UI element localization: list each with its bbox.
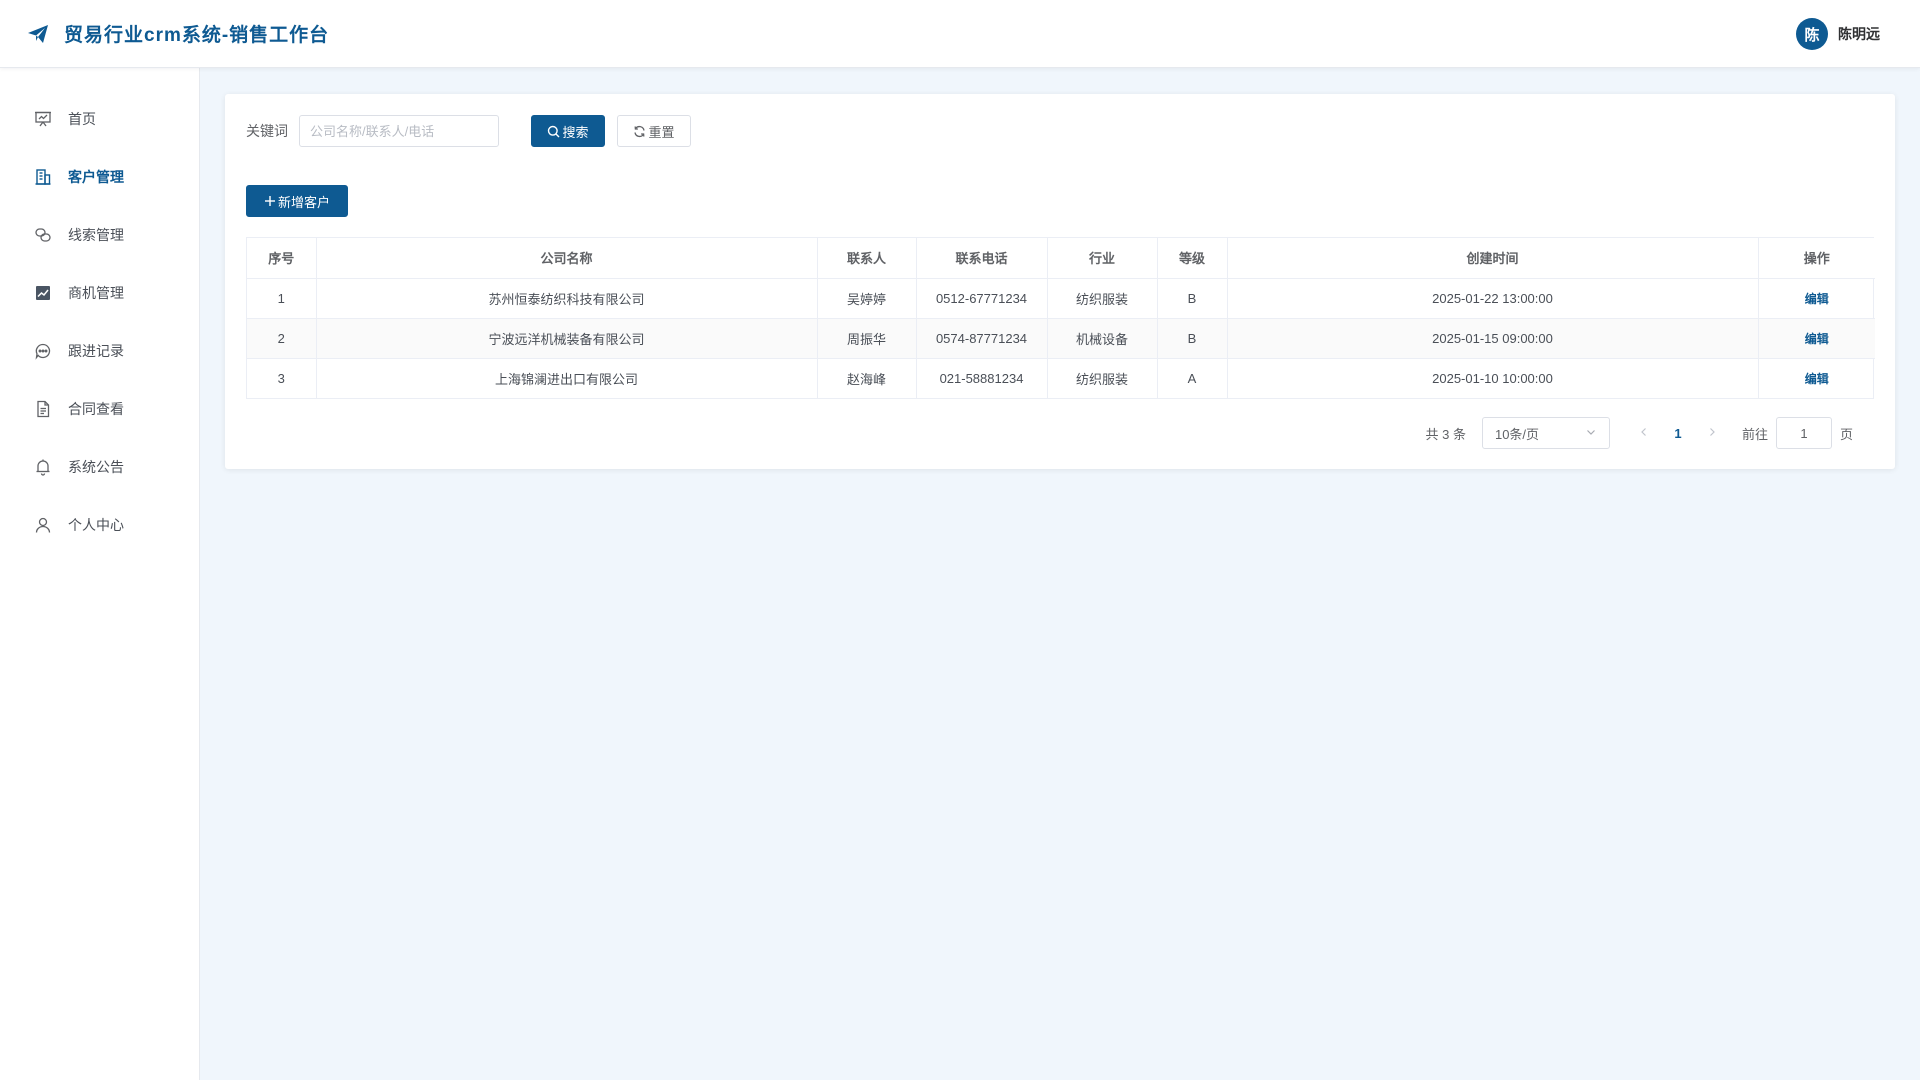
table-row: 1 苏州恒泰纺织科技有限公司 吴婷婷 0512-67771234 纺织服装 B … (247, 278, 1875, 319)
chevron-left-icon (1638, 426, 1650, 441)
presentation-icon (34, 110, 52, 128)
prev-page-button[interactable] (1634, 417, 1654, 449)
sidebar-item-label: 个人中心 (68, 517, 124, 533)
cell-contact: 吴婷婷 (817, 278, 917, 319)
sidebar-item-profile[interactable]: 个人中心 (0, 496, 199, 554)
sidebar-item-contracts[interactable]: 合同查看 (0, 380, 199, 438)
search-form: 关键词 搜索 重置 (246, 115, 691, 147)
user-name[interactable]: 陈明远 (1838, 24, 1880, 44)
link-icon (34, 226, 52, 244)
sidebar-item-opportunities[interactable]: 商机管理 (0, 264, 199, 322)
cell-phone: 021-58881234 (916, 358, 1048, 398)
building-icon (34, 168, 52, 186)
sidebar-item-label: 合同查看 (68, 401, 124, 417)
sidebar-item-label: 首页 (68, 111, 96, 127)
cell-contact: 赵海峰 (817, 358, 917, 398)
cell-created: 2025-01-10 10:00:00 (1227, 358, 1759, 398)
column-header-industry: 行业 (1047, 238, 1158, 279)
page-number-current[interactable]: 1 (1666, 426, 1690, 441)
document-icon (34, 400, 52, 418)
user-menu[interactable]: 陈 陈明远 (1796, 18, 1880, 50)
goto-label: 前往 (1741, 426, 1768, 442)
column-header-actions: 操作 (1758, 238, 1875, 279)
add-customer-label: 新增客户 (277, 194, 330, 210)
cell-industry: 纺织服装 (1047, 278, 1158, 319)
cell-phone: 0512-67771234 (916, 278, 1048, 319)
cell-index: 2 (247, 318, 317, 359)
sidebar-item-leads[interactable]: 线索管理 (0, 206, 199, 264)
refresh-icon (633, 125, 646, 138)
keyword-label: 关键词 (246, 123, 288, 139)
cell-actions: 编辑 (1758, 358, 1875, 398)
customer-table: 序号 公司名称 联系人 联系电话 行业 等级 创建时间 操作 1 苏州恒泰纺织科… (246, 237, 1875, 399)
cell-level: A (1157, 358, 1228, 398)
reset-button-label: 重置 (648, 124, 675, 140)
sidebar-item-follow-ups[interactable]: 跟进记录 (0, 322, 199, 380)
search-button-label: 搜索 (562, 124, 589, 140)
sidebar-item-label: 系统公告 (68, 459, 124, 475)
chevron-down-icon (1585, 426, 1597, 441)
next-page-button[interactable] (1702, 417, 1722, 449)
goto-page-input[interactable] (1775, 417, 1832, 449)
total-count: 共 3 条 (1425, 426, 1466, 442)
cell-industry: 纺织服装 (1047, 358, 1158, 398)
plus-icon (264, 195, 276, 207)
paper-plane-icon (26, 22, 50, 46)
pagination: 共 3 条 10条/页 1 前往 页 (1425, 417, 1853, 449)
keyword-input[interactable] (299, 115, 499, 147)
search-button[interactable]: 搜索 (531, 115, 605, 147)
cell-level: B (1157, 318, 1228, 359)
sidebar-item-label: 跟进记录 (68, 343, 124, 359)
search-icon (547, 125, 560, 138)
app-logo: 贸易行业crm系统-销售工作台 (26, 20, 329, 47)
cell-created: 2025-01-22 13:00:00 (1227, 278, 1759, 319)
sidebar-item-customers[interactable]: 客户管理 (0, 148, 199, 206)
sidebar-item-announcements[interactable]: 系统公告 (0, 438, 199, 496)
top-header: 贸易行业crm系统-销售工作台 陈 陈明远 (0, 0, 1920, 68)
reset-button[interactable]: 重置 (617, 115, 691, 147)
customer-list-card: 关键词 搜索 重置 新增客户 序号 (225, 94, 1895, 469)
cell-actions: 编辑 (1758, 318, 1875, 359)
sidebar: 首页 客户管理 线索管理 商机管理 跟进记录 合同查看 系统公告 个人中心 (0, 68, 200, 1080)
avatar[interactable]: 陈 (1796, 18, 1828, 50)
edit-link[interactable]: 编辑 (1805, 292, 1829, 306)
cell-actions: 编辑 (1758, 278, 1875, 319)
chevron-right-icon (1706, 426, 1718, 441)
app-title: 贸易行业crm系统-销售工作台 (64, 25, 330, 46)
table-header-row: 序号 公司名称 联系人 联系电话 行业 等级 创建时间 操作 (247, 238, 1875, 279)
column-header-level: 等级 (1157, 238, 1228, 279)
cell-industry: 机械设备 (1047, 318, 1158, 359)
column-header-contact: 联系人 (817, 238, 917, 279)
column-header-phone: 联系电话 (916, 238, 1048, 279)
cell-contact: 周振华 (817, 318, 917, 359)
table-row: 3 上海锦澜进出口有限公司 赵海峰 021-58881234 纺织服装 A 20… (247, 358, 1875, 398)
edit-link[interactable]: 编辑 (1805, 372, 1829, 386)
cell-level: B (1157, 278, 1228, 319)
cell-index: 3 (247, 358, 317, 398)
page-size-value: 10条/页 (1494, 426, 1540, 442)
column-header-index: 序号 (247, 238, 317, 279)
cell-phone: 0574-87771234 (916, 318, 1048, 359)
column-header-created: 创建时间 (1227, 238, 1759, 279)
cell-company: 上海锦澜进出口有限公司 (316, 358, 818, 398)
bell-icon (34, 458, 52, 476)
cell-company: 苏州恒泰纺织科技有限公司 (316, 278, 818, 319)
add-customer-button[interactable]: 新增客户 (246, 185, 348, 217)
page-size-select[interactable]: 10条/页 (1481, 417, 1610, 449)
table-row: 2 宁波远洋机械装备有限公司 周振华 0574-87771234 机械设备 B … (247, 318, 1875, 359)
column-header-company: 公司名称 (316, 238, 818, 279)
chat-dots-icon (34, 342, 52, 360)
user-icon (34, 516, 52, 534)
trend-chart-icon (34, 284, 52, 302)
sidebar-item-label: 客户管理 (68, 169, 124, 185)
edit-link[interactable]: 编辑 (1805, 332, 1829, 346)
cell-company: 宁波远洋机械装备有限公司 (316, 318, 818, 359)
sidebar-item-label: 线索管理 (68, 227, 124, 243)
cell-created: 2025-01-15 09:00:00 (1227, 318, 1759, 359)
sidebar-item-label: 商机管理 (68, 285, 124, 301)
cell-index: 1 (247, 278, 317, 319)
page-unit-label: 页 (1839, 426, 1853, 442)
sidebar-item-home[interactable]: 首页 (0, 90, 199, 148)
